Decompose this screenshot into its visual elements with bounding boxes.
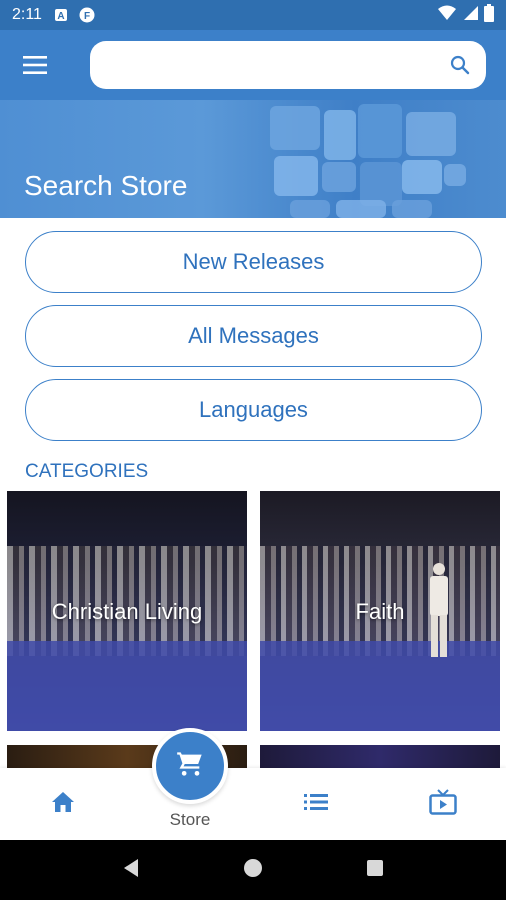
search-box [90, 41, 486, 89]
f-circle-icon: F [78, 6, 96, 24]
nav-home[interactable] [0, 768, 126, 840]
category-card-faith[interactable]: Faith [260, 491, 500, 731]
hero-thumbnail [336, 200, 386, 218]
status-time: 2:11 [12, 6, 42, 23]
search-input[interactable] [90, 41, 434, 89]
hamburger-menu-icon[interactable] [0, 30, 70, 100]
category-card[interactable] [260, 745, 500, 768]
shopping-cart-icon [176, 750, 204, 783]
floor-image [7, 641, 247, 731]
bottom-nav [0, 768, 506, 840]
hero-thumbnail [324, 110, 356, 160]
new-releases-button[interactable]: New Releases [25, 231, 482, 293]
tv-play-icon [429, 788, 457, 820]
hero-thumbnail [270, 106, 320, 150]
hero-thumbnail [444, 164, 466, 186]
languages-button[interactable]: Languages [25, 379, 482, 441]
signal-icon [462, 5, 478, 26]
hero-thumbnail [402, 160, 442, 194]
category-label: Christian Living [51, 599, 203, 624]
store-button[interactable] [152, 728, 228, 804]
hero-thumbnail [392, 200, 432, 218]
home-circle-icon[interactable] [243, 858, 263, 883]
svg-text:A: A [57, 11, 64, 22]
hero-thumbnail [274, 156, 318, 196]
hero-thumbnail [290, 200, 330, 218]
all-messages-button[interactable]: All Messages [25, 305, 482, 367]
hero-thumbnail [322, 162, 356, 192]
svg-text:F: F [84, 11, 90, 22]
nav-list[interactable] [253, 768, 379, 840]
home-icon [51, 791, 75, 818]
floor-image [260, 641, 500, 731]
category-card-christian-living[interactable]: Christian Living [7, 491, 247, 731]
app-bar [0, 30, 506, 100]
system-nav-bar [0, 840, 506, 900]
list-icon [304, 793, 328, 816]
categories-heading: CATEGORIES [25, 461, 149, 482]
a-box-icon: A [52, 6, 70, 24]
recents-icon[interactable] [366, 859, 384, 882]
main-content: New Releases All Messages Languages CATE… [0, 218, 506, 768]
status-bar: 2:11 A F [0, 0, 506, 30]
search-icon[interactable] [434, 41, 486, 89]
hero-banner: Search Store [0, 100, 506, 218]
store-label: Store [169, 810, 211, 829]
hero-thumbnail [358, 104, 402, 158]
page-title: Search Store [24, 170, 188, 201]
back-icon[interactable] [122, 858, 140, 883]
category-image [260, 745, 500, 768]
nav-tv[interactable] [380, 768, 506, 840]
battery-icon [484, 3, 494, 27]
hero-thumbnail [406, 112, 456, 156]
category-label: Faith [355, 599, 405, 624]
wifi-icon [438, 5, 456, 26]
